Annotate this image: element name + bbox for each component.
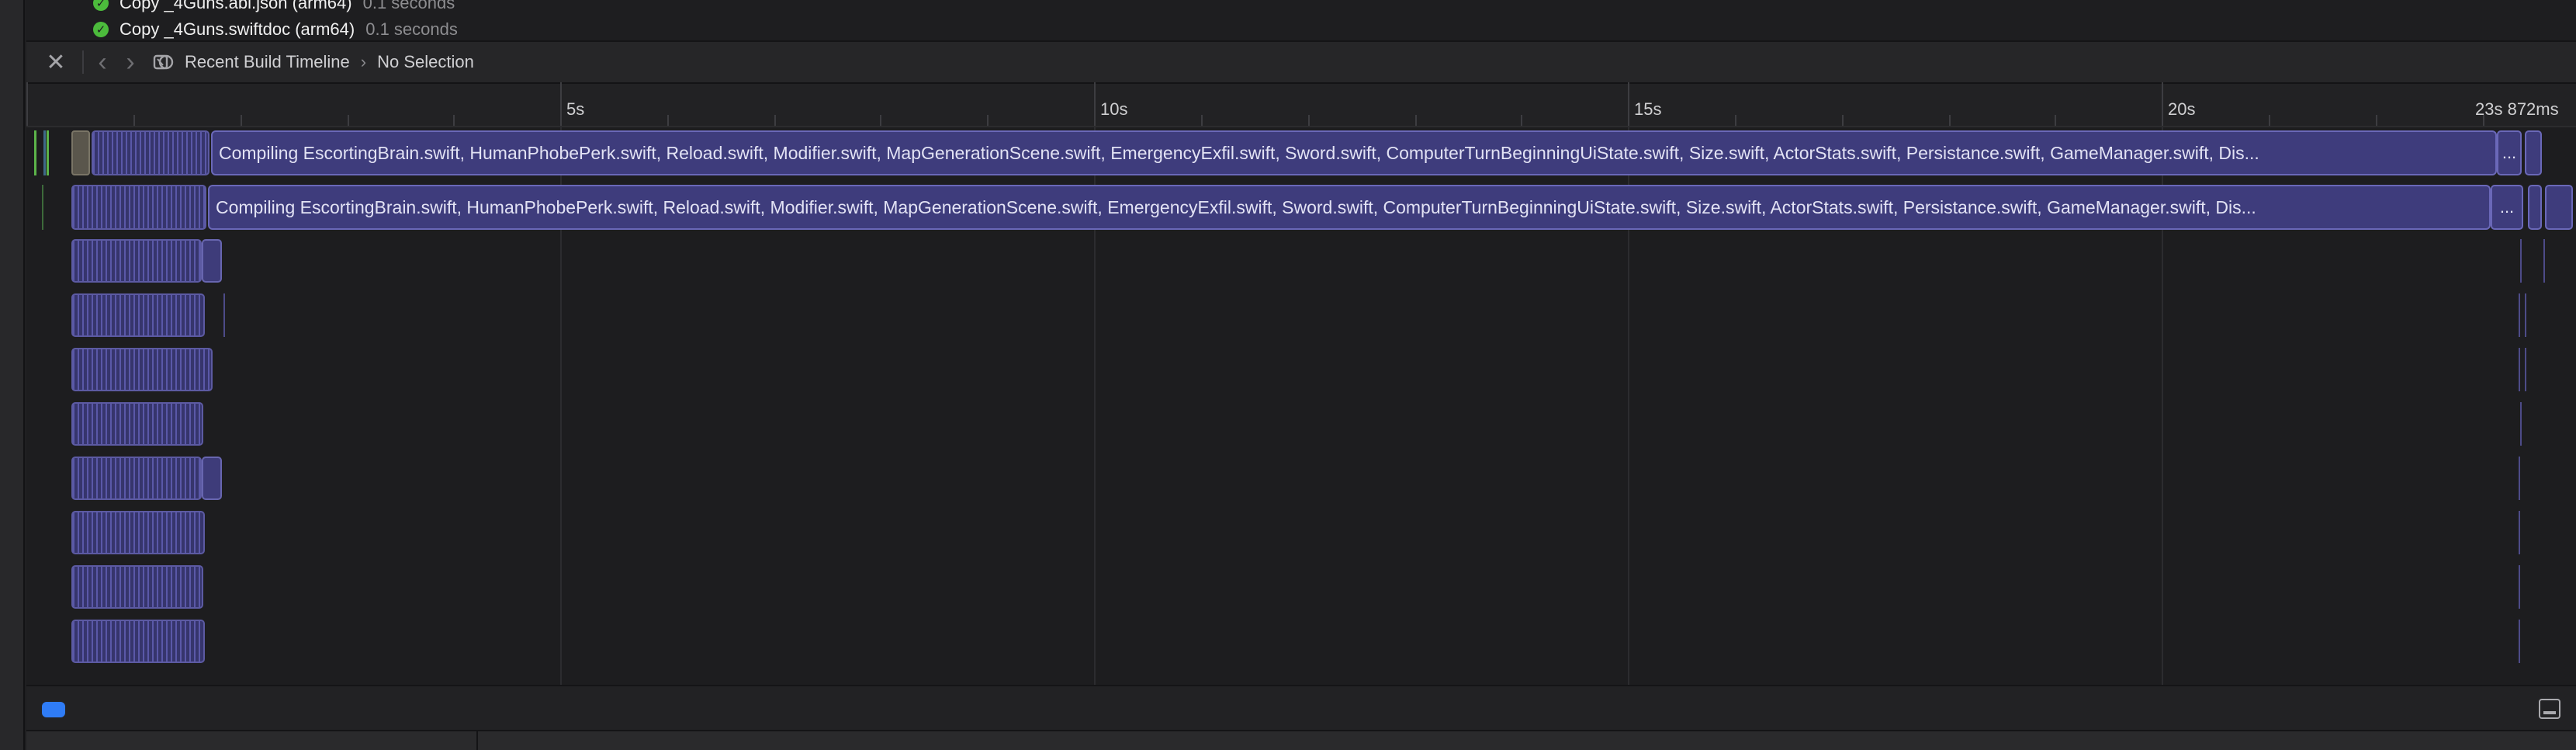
task-marker: [2520, 239, 2522, 283]
time-ruler: 5s 10s 15s 20s 23s 872ms: [26, 82, 2576, 127]
success-check-icon: ✓: [93, 0, 109, 11]
task-marker: [2543, 239, 2545, 283]
task-bar[interactable]: [71, 402, 203, 446]
task-bar[interactable]: [71, 293, 205, 337]
task-bar-overflow[interactable]: ...: [2497, 130, 2522, 175]
chevron-left-icon[interactable]: ‹: [88, 47, 116, 78]
compile-task-label: Compiling EscortingBrain.swift, HumanPho…: [219, 142, 2259, 163]
task-bar[interactable]: [71, 620, 205, 663]
task-bar[interactable]: [202, 239, 222, 283]
footer-strip: [26, 730, 2576, 750]
task-marker: [2519, 565, 2520, 609]
ellipsis-label: ...: [2502, 143, 2517, 162]
timeline-status-bar: [26, 685, 2576, 730]
ellipsis-label: ...: [2499, 197, 2515, 217]
task-marker: [34, 130, 36, 175]
timeline-toolbar: ✕ ‹ › Recent Build Timeline › No Selecti…: [26, 40, 2576, 84]
task-bar[interactable]: [71, 239, 202, 283]
compile-task-bar[interactable]: Compiling EscortingBrain.swift, HumanPho…: [211, 130, 2497, 175]
breadcrumb-chevron-icon: ›: [360, 52, 367, 71]
ruler-tick: [560, 82, 562, 126]
ruler-tick: [1094, 82, 1096, 126]
log-item-name: Copy _4Guns.abi.json (arm64): [119, 0, 352, 12]
ruler-tick: [1628, 82, 1629, 126]
task-marker: [223, 293, 225, 337]
build-status-indicator[interactable]: [42, 702, 65, 717]
task-bar[interactable]: [71, 511, 205, 554]
ruler-end-label: 23s 872ms: [2475, 99, 2559, 119]
breadcrumb-selection[interactable]: No Selection: [377, 52, 474, 72]
panel-toggle-icon[interactable]: [2539, 699, 2560, 719]
log-item-duration: 0.1 seconds: [362, 0, 455, 12]
breadcrumb-build-timeline[interactable]: Recent Build Timeline: [185, 52, 350, 72]
ruler-label-20s: 20s: [2168, 99, 2196, 119]
task-bar-overflow[interactable]: ...: [2491, 185, 2523, 230]
task-bar[interactable]: [2528, 185, 2542, 230]
task-marker: [43, 130, 46, 175]
log-item[interactable]: ✓ Copy _4Guns.abi.json (arm64) 0.1 secon…: [93, 0, 455, 16]
build-timeline-icon: [151, 47, 177, 78]
task-bar[interactable]: [71, 348, 213, 391]
task-bar[interactable]: [71, 457, 202, 500]
compile-task-bar[interactable]: Compiling EscortingBrain.swift, HumanPho…: [208, 185, 2491, 230]
task-marker: [2519, 620, 2520, 663]
ruler-label-15s: 15s: [1634, 99, 1662, 119]
task-bar[interactable]: [92, 130, 209, 175]
ruler-label-5s: 5s: [566, 99, 585, 119]
chevron-right-icon[interactable]: ›: [116, 47, 144, 78]
ruler-tick: [2162, 82, 2163, 126]
task-marker: [42, 185, 43, 230]
task-bar[interactable]: [71, 565, 203, 609]
task-bar[interactable]: [71, 130, 90, 175]
log-item[interactable]: ✓ Copy _4Guns.swiftdoc (arm64) 0.1 secon…: [93, 17, 458, 42]
log-item-name: Copy _4Guns.swiftdoc (arm64): [119, 19, 355, 39]
success-check-icon: ✓: [93, 22, 109, 37]
build-log-area: ✓ Copy _4Guns.abi.json (arm64) 0.1 secon…: [26, 0, 2576, 40]
log-item-duration: 0.1 seconds: [365, 19, 458, 39]
toolbar-separator: [82, 50, 84, 74]
task-marker: [2519, 457, 2520, 500]
timeline-canvas[interactable]: Compiling EscortingBrain.swift, HumanPho…: [26, 127, 2576, 685]
task-marker: [2519, 511, 2520, 554]
task-marker: [2525, 293, 2526, 337]
task-bar[interactable]: [202, 457, 222, 500]
task-marker: [2519, 348, 2520, 391]
left-gutter: [0, 0, 25, 750]
task-bar[interactable]: [71, 185, 206, 230]
footer-divider: [476, 731, 478, 750]
task-marker: [2525, 348, 2526, 391]
compile-task-label: Compiling EscortingBrain.swift, HumanPho…: [216, 196, 2256, 217]
task-marker: [2520, 402, 2522, 446]
ruler-label-10s: 10s: [1100, 99, 1128, 119]
build-timeline-window: ✓ Copy _4Guns.abi.json (arm64) 0.1 secon…: [0, 0, 2576, 750]
task-bar[interactable]: [2525, 130, 2542, 175]
task-marker: [47, 130, 49, 175]
close-icon[interactable]: ✕: [34, 47, 78, 78]
task-bar[interactable]: [2545, 185, 2573, 230]
task-marker: [2519, 293, 2520, 337]
